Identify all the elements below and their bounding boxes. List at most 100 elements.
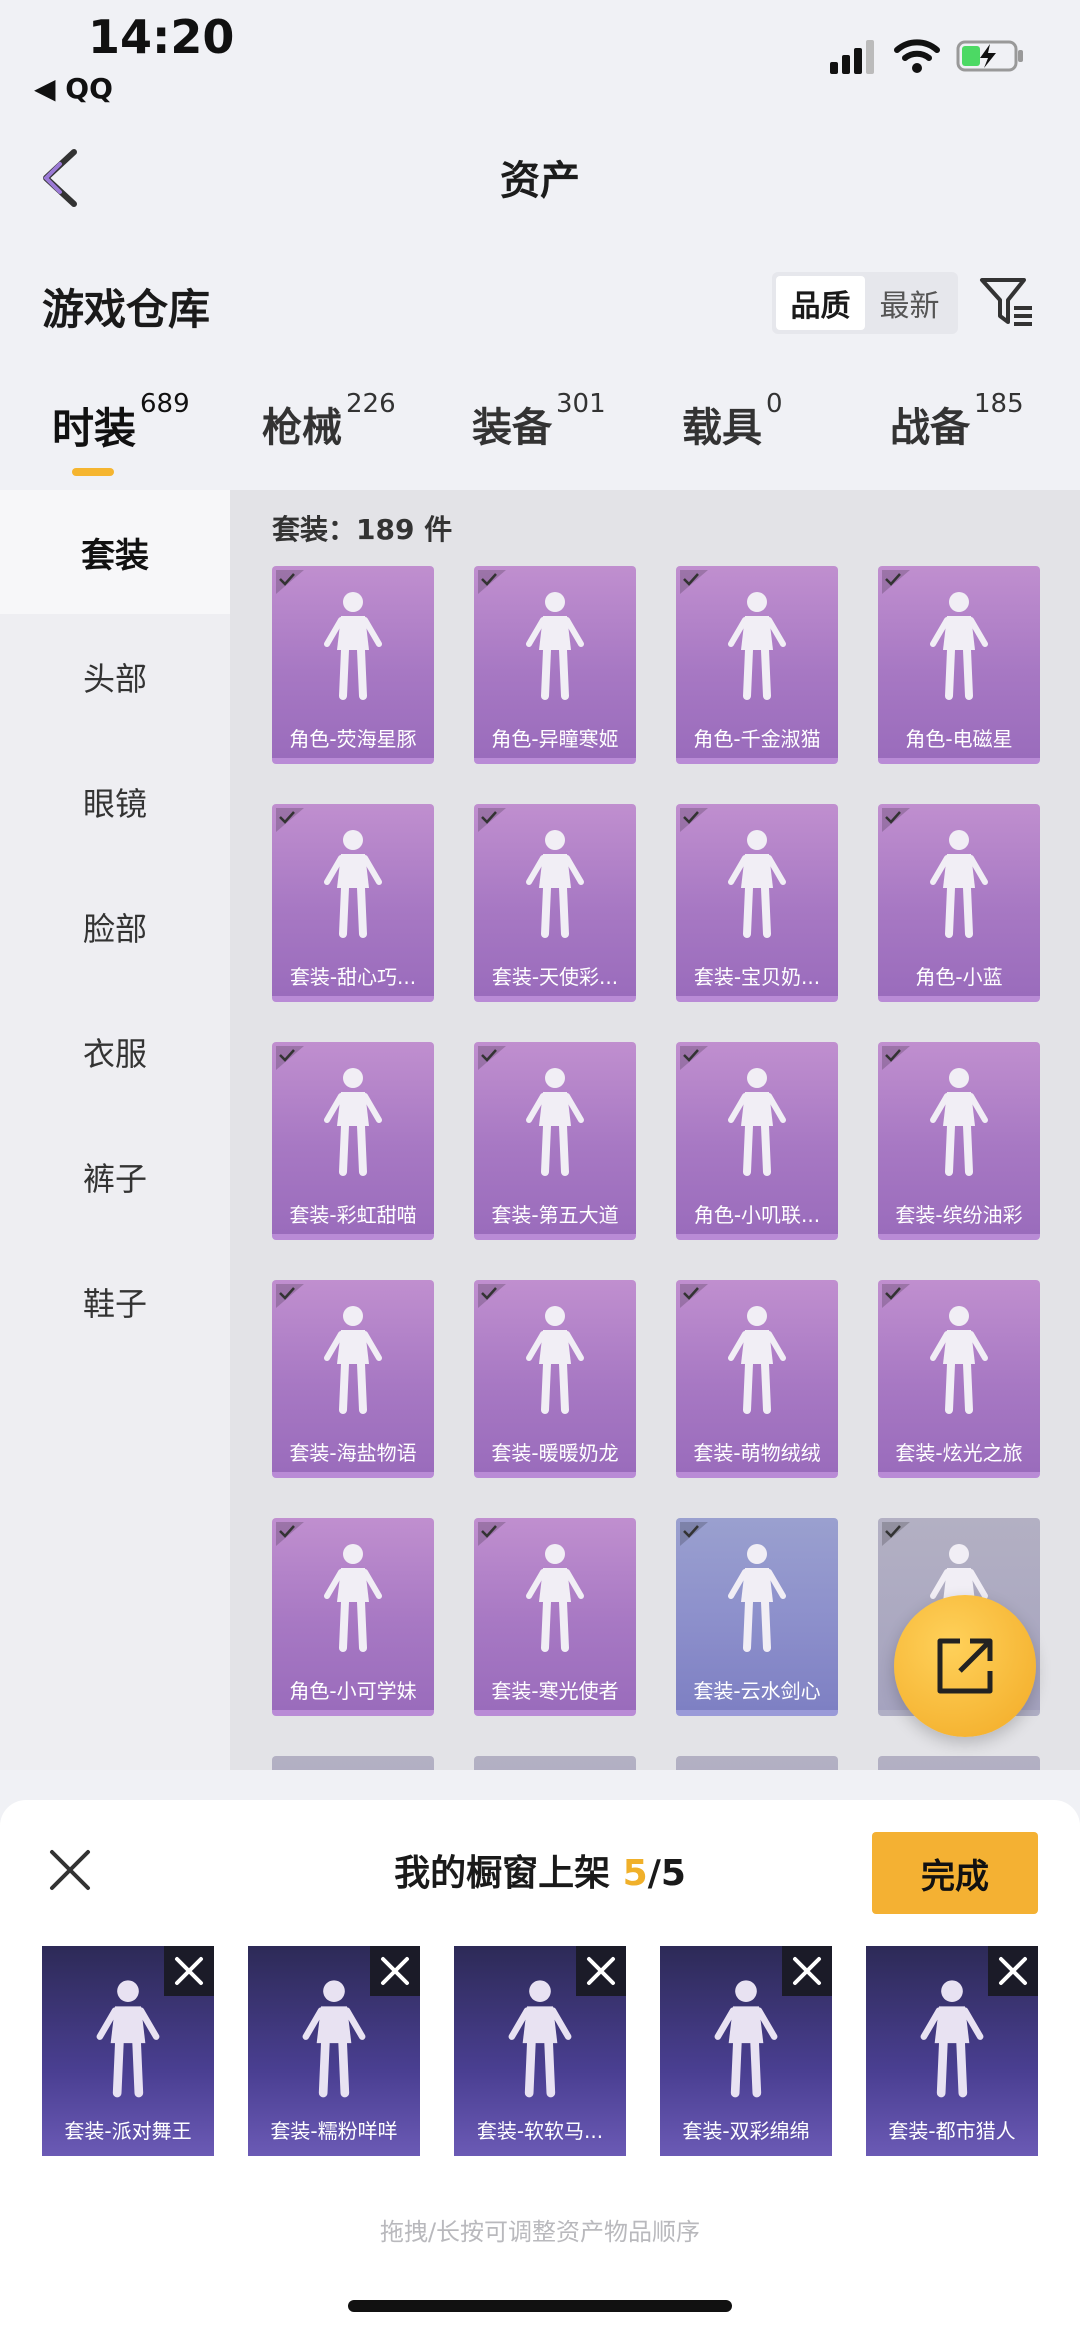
check-icon	[478, 1046, 506, 1070]
item-card[interactable]: 角色-千金淑猫	[676, 566, 838, 764]
outfit-figure-image	[717, 1064, 797, 1184]
remove-item-button[interactable]	[370, 1946, 420, 1996]
item-card[interactable]: 套装-第五大道	[474, 1042, 636, 1240]
sort-quality-button[interactable]: 品质	[776, 276, 865, 330]
check-icon	[680, 1284, 708, 1308]
item-card-partial[interactable]	[676, 1756, 838, 1770]
outfit-figure-image	[313, 826, 393, 946]
item-card[interactable]: 角色-小叽联...	[676, 1042, 838, 1240]
item-name: 角色-小可学妹	[289, 1679, 417, 1703]
done-button[interactable]: 完成	[872, 1832, 1038, 1914]
item-card-partial[interactable]	[878, 1756, 1040, 1770]
item-card[interactable]: 套装-萌物绒绒	[676, 1280, 838, 1478]
warehouse-title: 游戏仓库	[42, 285, 211, 334]
item-card[interactable]: 套装-彩虹甜喵	[272, 1042, 434, 1240]
item-card[interactable]: 套装-寒光使者	[474, 1518, 636, 1716]
tab-equipment[interactable]: 装备301	[472, 389, 606, 485]
item-name: 套装-海盐物语	[289, 1441, 417, 1465]
item-name: 套装-萌物绒绒	[693, 1441, 821, 1465]
item-card[interactable]: 套装-炫光之旅	[878, 1280, 1040, 1478]
outfit-figure-image	[515, 1540, 595, 1660]
outfit-figure-image	[919, 1064, 999, 1184]
showcase-item[interactable]: 套装-双彩绵绵	[660, 1946, 832, 2156]
item-count-label: 套装：189 件	[272, 513, 453, 546]
check-icon	[478, 570, 506, 594]
check-icon	[680, 808, 708, 832]
item-name: 套装-彩虹甜喵	[289, 1203, 417, 1227]
sort-toggle: 品质 最新	[772, 272, 958, 334]
item-card[interactable]: 套装-天使彩...	[474, 804, 636, 1002]
tab-supplies[interactable]: 战备185	[890, 389, 1024, 485]
showcase-item-name: 套装-都市猎人	[888, 2119, 1016, 2143]
item-name: 套装-宝贝奶...	[693, 965, 821, 989]
outfit-figure-image	[288, 1976, 380, 2106]
item-card[interactable]: 套装-缤纷油彩	[878, 1042, 1040, 1240]
signal-icon	[830, 40, 874, 74]
item-name: 角色-千金淑猫	[693, 727, 821, 751]
remove-item-button[interactable]	[988, 1946, 1038, 1996]
home-indicator	[348, 2300, 732, 2312]
sidebar-item-shoes[interactable]: 鞋子	[0, 1240, 230, 1364]
check-icon	[276, 570, 304, 594]
outfit-figure-image	[494, 1976, 586, 2106]
tab-count: 226	[346, 389, 396, 419]
check-icon	[882, 808, 910, 832]
close-icon	[587, 1957, 615, 1985]
remove-item-button[interactable]	[164, 1946, 214, 1996]
item-card[interactable]: 套装-宝贝奶...	[676, 804, 838, 1002]
outfit-figure-image	[82, 1976, 174, 2106]
showcase-item[interactable]: 套装-派对舞王	[42, 1946, 214, 2156]
check-icon	[276, 1522, 304, 1546]
item-card[interactable]: 角色-小蓝	[878, 804, 1040, 1002]
check-icon	[882, 1522, 910, 1546]
check-icon	[882, 1046, 910, 1070]
outfit-figure-image	[717, 1540, 797, 1660]
tab-guns[interactable]: 枪械226	[262, 389, 396, 485]
page-title: 资产	[500, 158, 580, 204]
content-area: 套装 头部 眼镜 脸部 衣服 裤子 鞋子 套装：189 件 角色-荧海星豚 角色-…	[0, 490, 1080, 1770]
outfit-figure-image	[919, 1302, 999, 1422]
filter-icon[interactable]	[978, 274, 1036, 332]
item-card[interactable]: 角色-电磁星	[878, 566, 1040, 764]
showcase-item[interactable]: 套装-糯粉咩咩	[248, 1946, 420, 2156]
outfit-figure-image	[313, 588, 393, 708]
check-icon	[680, 1046, 708, 1070]
outfit-figure-image	[515, 1302, 595, 1422]
sidebar-item-suit[interactable]: 套装	[0, 490, 230, 614]
share-button[interactable]	[894, 1595, 1036, 1737]
sidebar-item-face[interactable]: 脸部	[0, 865, 230, 989]
battery-icon	[956, 40, 1023, 72]
item-card[interactable]: 套装-暖暖奶龙	[474, 1280, 636, 1478]
status-bar: 14:20 ◀ QQ	[0, 0, 1080, 110]
item-card[interactable]: 套装-云水剑心	[676, 1518, 838, 1716]
showcase-sheet: 我的橱窗上架 5/5 完成 套装-派对舞王 套装-糯粉咩咩 套装-软软马... 套装-…	[0, 1800, 1080, 2337]
check-icon	[276, 808, 304, 832]
tab-vehicles[interactable]: 载具0	[682, 389, 783, 485]
tab-count: 185	[974, 389, 1024, 419]
item-name: 套装-甜心巧...	[289, 965, 417, 989]
showcase-item[interactable]: 套装-都市猎人	[866, 1946, 1038, 2156]
sidebar-item-glasses[interactable]: 眼镜	[0, 740, 230, 864]
remove-item-button[interactable]	[576, 1946, 626, 1996]
tab-label: 装备	[472, 405, 552, 451]
sidebar-item-clothes[interactable]: 衣服	[0, 990, 230, 1114]
showcase-title-prefix: 我的橱窗上架	[394, 1853, 623, 1894]
item-card[interactable]: 套装-海盐物语	[272, 1280, 434, 1478]
showcase-count: 5	[622, 1853, 648, 1894]
item-card[interactable]: 角色-小可学妹	[272, 1518, 434, 1716]
sidebar-item-pants[interactable]: 裤子	[0, 1115, 230, 1239]
item-card-partial[interactable]	[272, 1756, 434, 1770]
item-card-partial[interactable]	[474, 1756, 636, 1770]
check-icon	[478, 808, 506, 832]
remove-item-button[interactable]	[782, 1946, 832, 1996]
item-card[interactable]: 套装-甜心巧...	[272, 804, 434, 1002]
sort-newest-button[interactable]: 最新	[865, 276, 954, 330]
showcase-item-name: 套装-软软马...	[476, 2119, 604, 2143]
back-to-app-link[interactable]: ◀ QQ	[34, 72, 113, 105]
check-icon	[478, 1284, 506, 1308]
showcase-item[interactable]: 套装-软软马...	[454, 1946, 626, 2156]
item-card[interactable]: 角色-异瞳寒姬	[474, 566, 636, 764]
outfit-figure-image	[919, 826, 999, 946]
item-card[interactable]: 角色-荧海星豚	[272, 566, 434, 764]
sidebar-item-head[interactable]: 头部	[0, 615, 230, 739]
